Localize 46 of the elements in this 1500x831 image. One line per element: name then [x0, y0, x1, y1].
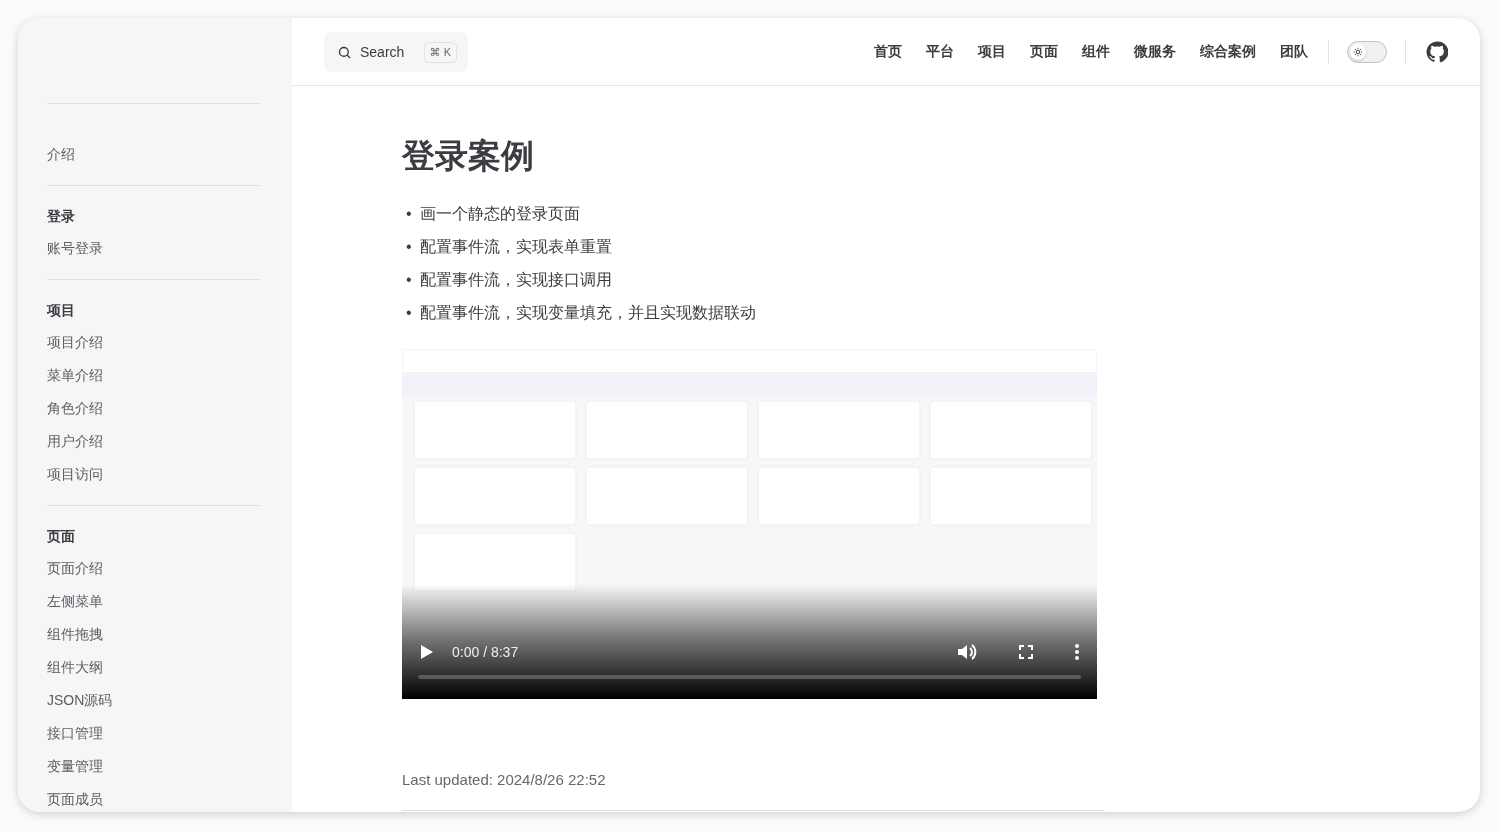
bullet-mark: •	[406, 204, 412, 224]
nav-link[interactable]: 组件	[1070, 42, 1122, 61]
bullet-item: 配置事件流，实现接口调用	[419, 270, 612, 290]
bullet-item: 配置事件流，实现变量填充，并且实现数据联动	[419, 303, 756, 323]
github-icon[interactable]	[1426, 40, 1448, 63]
sidebar-heading: 登录	[47, 207, 76, 226]
sidebar-item[interactable]: 页面介绍	[47, 552, 260, 585]
sidebar-item[interactable]: 介绍	[47, 138, 260, 171]
sidebar-item[interactable]: 组件拖拽	[47, 618, 260, 651]
sun-icon	[1353, 46, 1363, 57]
sidebar-item[interactable]: JSON源码	[47, 684, 260, 717]
nav-link[interactable]: 综合案例	[1188, 42, 1268, 61]
sidebar-item[interactable]: 账号登录	[47, 232, 260, 265]
sidebar-item[interactable]: 接口管理	[47, 717, 260, 750]
bullet-mark: •	[406, 270, 412, 290]
sidebar-item[interactable]: 变量管理	[47, 750, 260, 783]
sidebar-heading: 项目	[47, 301, 76, 320]
bullet-mark: •	[406, 303, 412, 323]
bullet-mark: •	[406, 237, 412, 257]
bullet-item: 配置事件流，实现表单重置	[419, 237, 612, 257]
sidebar-item[interactable]: 页面成员	[47, 783, 260, 812]
sidebar-item[interactable]: 角色介绍	[47, 392, 260, 425]
sidebar-item[interactable]: 用户介绍	[47, 425, 260, 458]
search-icon	[337, 44, 352, 60]
more-icon	[1075, 644, 1079, 660]
shortcut-hint: ⌘ K	[423, 41, 457, 63]
sidebar-heading: 页面	[47, 527, 76, 546]
nav-link[interactable]: 项目	[966, 42, 1018, 61]
sidebar-item[interactable]: 项目访问	[47, 458, 260, 491]
play-icon	[420, 644, 434, 660]
nav-link[interactable]: 平台	[914, 42, 966, 61]
sidebar-item[interactable]: 组件大纲	[47, 651, 260, 684]
sidebar-item[interactable]: 左侧菜单	[47, 585, 260, 618]
video-time: 0:00 / 8:37	[452, 644, 519, 660]
volume-icon	[957, 643, 977, 661]
nav-link[interactable]: 团队	[1268, 42, 1320, 61]
theme-switch[interactable]	[1347, 40, 1387, 63]
nav-link[interactable]: 页面	[1018, 42, 1070, 61]
nav-link[interactable]: 首页	[862, 42, 914, 61]
sidebar-item[interactable]: 项目介绍	[47, 326, 260, 359]
nav-link[interactable]: 微服务	[1122, 42, 1188, 61]
sidebar-item[interactable]: 菜单介绍	[47, 359, 260, 392]
fullscreen-icon	[1019, 645, 1033, 659]
last-updated: Last updated: 2024/8/26 22:52	[402, 771, 1105, 811]
page-title: 登录案例	[402, 136, 535, 176]
bullet-item: 画一个静态的登录页面	[419, 204, 580, 224]
